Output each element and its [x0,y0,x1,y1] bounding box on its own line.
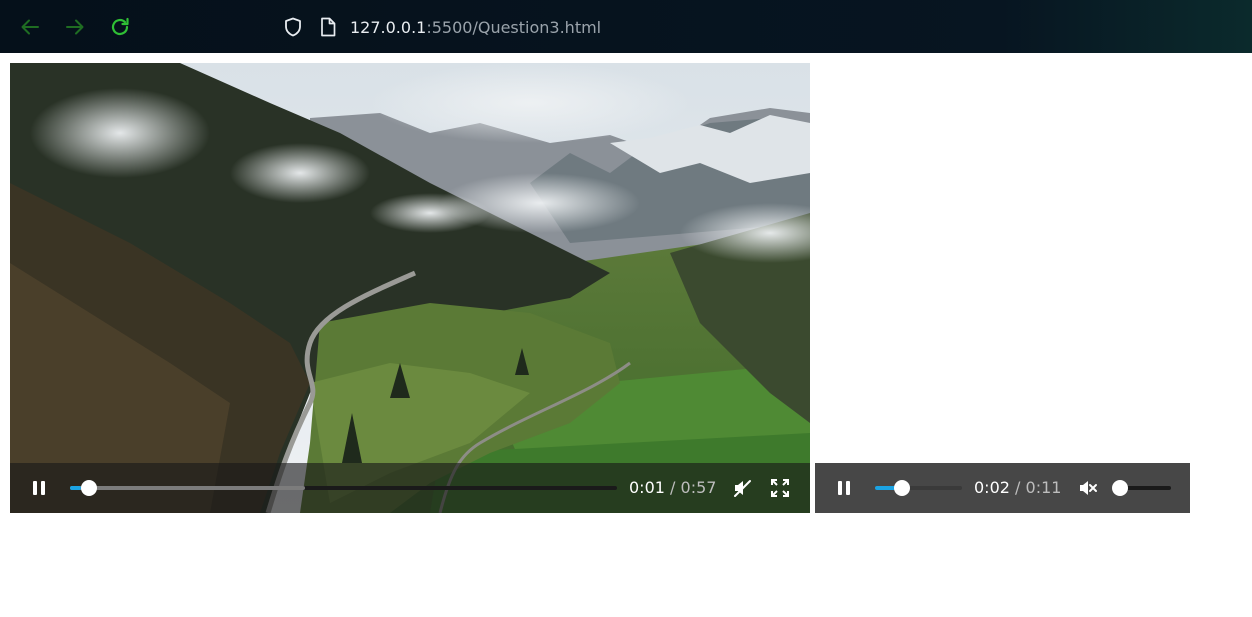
volume-thumb[interactable] [1112,480,1128,496]
page-icon [321,17,336,37]
pause-icon[interactable] [836,480,852,496]
fullscreen-icon[interactable] [770,478,790,498]
video-current-time: 0:01 [629,478,665,497]
address-bar-url[interactable]: 127.0.0.1:5500/Question3.html [350,18,601,38]
forward-arrow-icon[interactable] [64,16,86,38]
audio-duration: 0:11 [1025,478,1062,497]
reload-icon[interactable] [109,16,131,38]
video-seek-slider[interactable] [70,480,617,496]
video-frame-mountain-valley [10,63,810,513]
video-time-display: 0:01 / 0:57 [629,478,716,498]
muted-speaker-icon[interactable] [1078,478,1098,498]
audio-player[interactable]: 0:02 / 0:11 [815,463,1190,513]
video-progress-fill [70,486,81,490]
audio-seek-slider[interactable] [875,480,962,496]
video-buffered-bar [70,486,306,490]
video-time-separator: / [670,478,676,497]
video-controls-bar: 0:01 / 0:57 [10,463,810,513]
audio-time-display: 0:02 / 0:11 [974,478,1061,498]
browser-toolbar: 127.0.0.1:5500/Question3.html [0,0,1252,53]
video-seek-thumb[interactable] [80,480,97,496]
video-duration: 0:57 [680,478,717,497]
back-arrow-icon[interactable] [19,16,41,38]
shield-icon[interactable] [283,17,303,37]
url-path: :5500/Question3.html [426,18,602,37]
audio-current-time: 0:02 [974,478,1010,497]
url-host: 127.0.0.1 [350,18,427,37]
audio-seek-thumb[interactable] [893,480,910,496]
audio-time-separator: / [1015,478,1021,497]
muted-icon[interactable] [732,478,752,498]
video-player[interactable]: 0:01 / 0:57 [10,63,810,513]
pause-icon[interactable] [31,480,47,496]
volume-slider[interactable] [1112,480,1171,496]
